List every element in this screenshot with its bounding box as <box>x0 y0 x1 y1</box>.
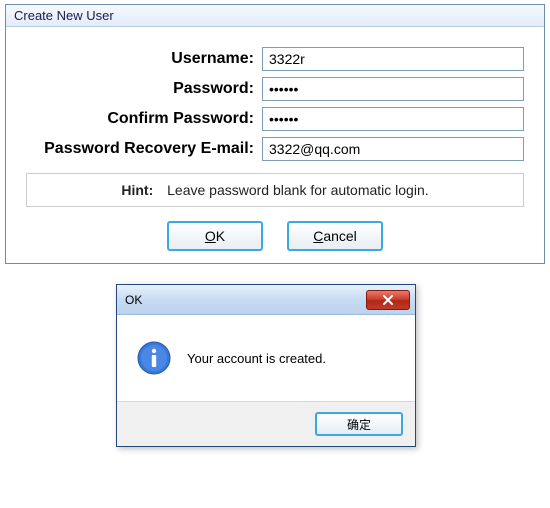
info-icon <box>137 341 171 375</box>
info-ok-button[interactable]: 确定 <box>315 412 403 436</box>
hint-text: Leave password blank for automatic login… <box>167 182 428 198</box>
username-input[interactable] <box>262 47 524 71</box>
hint-label: Hint: <box>121 182 153 198</box>
row-username: Username: <box>26 47 524 71</box>
confirm-password-label: Confirm Password: <box>26 110 262 128</box>
dialog-body: Username: Password: Confirm Password: Pa… <box>6 27 544 263</box>
info-titlebar: OK <box>117 285 415 315</box>
info-footer: 确定 <box>117 401 415 446</box>
info-title: OK <box>125 293 142 307</box>
password-input[interactable] <box>262 77 524 101</box>
username-label: Username: <box>26 50 262 68</box>
info-body: Your account is created. <box>117 315 415 401</box>
ok-button[interactable]: OK <box>167 221 263 251</box>
cancel-rest: ancel <box>323 228 356 244</box>
recovery-email-input[interactable] <box>262 137 524 161</box>
close-button[interactable] <box>366 290 410 310</box>
info-dialog: OK Your account is created. 确定 <box>116 284 416 447</box>
close-icon <box>382 295 394 305</box>
recovery-email-label: Password Recovery E-mail: <box>26 140 262 158</box>
button-row: OK Cancel <box>26 221 524 251</box>
row-confirm: Confirm Password: <box>26 107 524 131</box>
hint-box: Hint: Leave password blank for automatic… <box>26 173 524 207</box>
confirm-password-input[interactable] <box>262 107 524 131</box>
ok-mnemonic: O <box>205 228 216 244</box>
create-user-dialog: Create New User Username: Password: Conf… <box>5 4 545 264</box>
ok-rest: K <box>216 228 225 244</box>
row-password: Password: <box>26 77 524 101</box>
info-message: Your account is created. <box>187 351 326 366</box>
cancel-button[interactable]: Cancel <box>287 221 383 251</box>
cancel-mnemonic: C <box>313 228 323 244</box>
dialog-title: Create New User <box>6 5 544 27</box>
password-label: Password: <box>26 80 262 98</box>
row-email: Password Recovery E-mail: <box>26 137 524 161</box>
